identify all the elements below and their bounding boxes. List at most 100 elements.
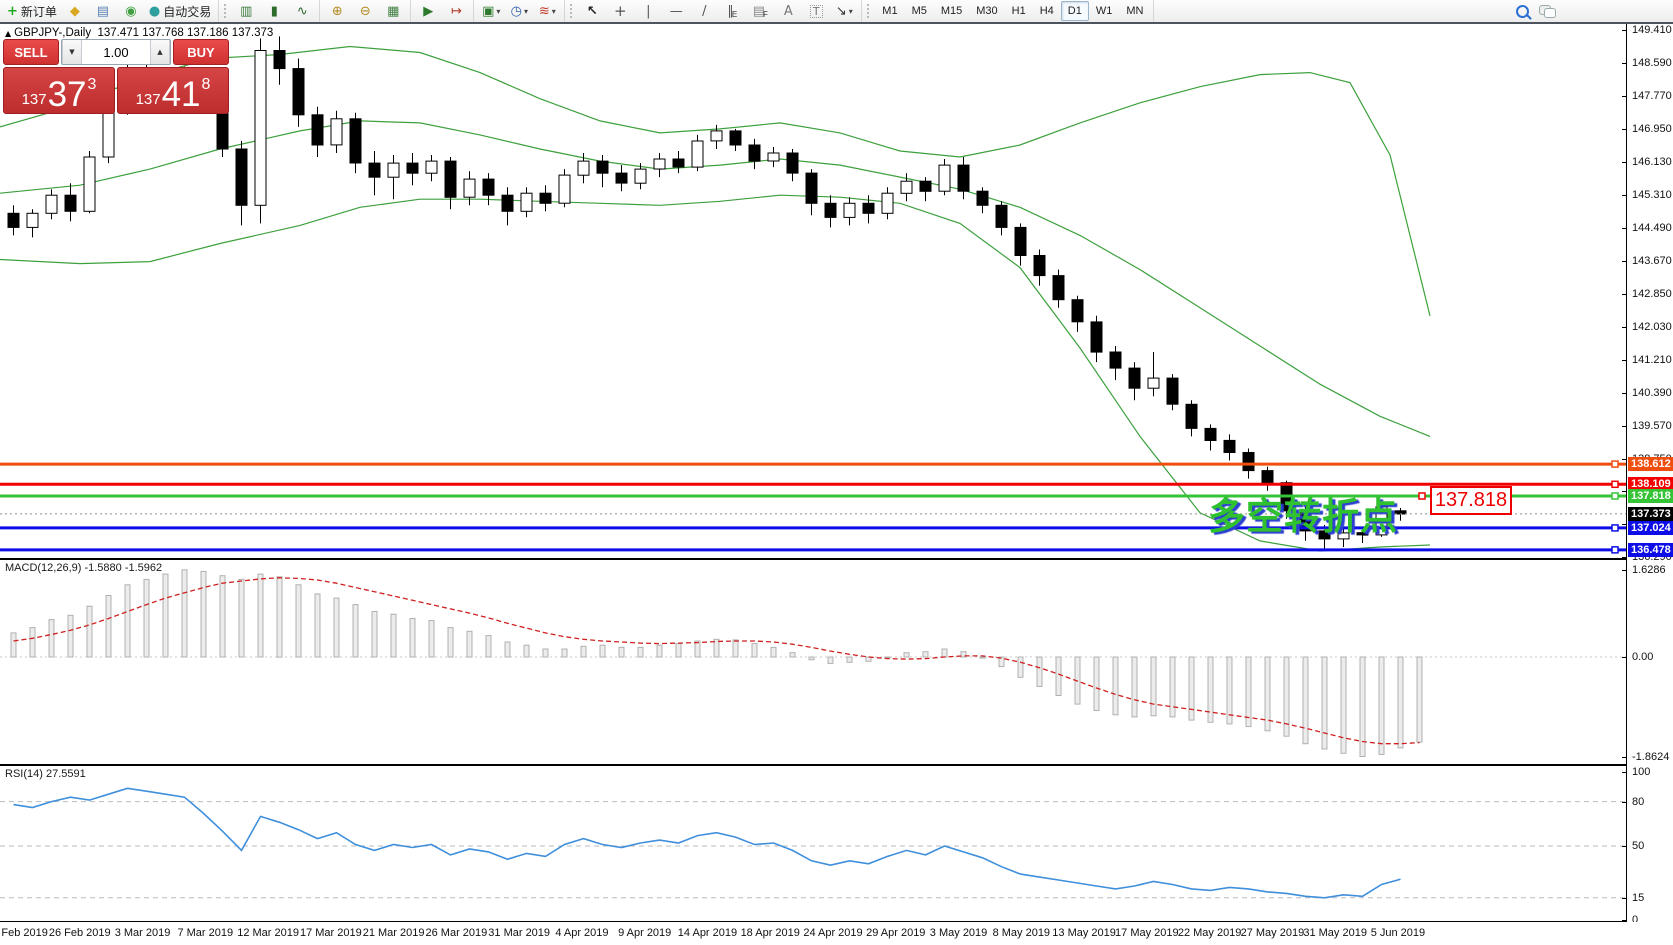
bar-chart-button[interactable]: ▥ bbox=[232, 0, 260, 22]
volume-increase-button[interactable]: ▲ bbox=[150, 40, 170, 64]
zoom-out-button[interactable]: ⊖ bbox=[351, 0, 379, 22]
rsi-panel-canvas[interactable] bbox=[0, 766, 1626, 921]
vertical-line-icon: | bbox=[646, 5, 650, 18]
date-label: 17 May 2019 bbox=[1115, 927, 1179, 939]
cursor-tool-button[interactable]: ↖ bbox=[578, 0, 606, 22]
price-tick-label: 143.670 bbox=[1632, 255, 1672, 267]
macd-panel-canvas[interactable] bbox=[0, 560, 1626, 764]
macd-histogram-bar bbox=[1417, 657, 1422, 742]
macd-histogram-bar bbox=[201, 571, 206, 657]
candle-body bbox=[806, 173, 817, 203]
buy-button[interactable]: BUY bbox=[173, 39, 229, 65]
timeframe-m1[interactable]: M1 bbox=[875, 1, 904, 21]
macd-histogram-bar bbox=[657, 645, 662, 657]
collapse-arrow-icon[interactable]: ▲ bbox=[5, 29, 11, 38]
candle-body bbox=[825, 203, 836, 217]
signals-button[interactable]: ◉ bbox=[117, 0, 145, 22]
macd-histogram-bar bbox=[391, 614, 396, 657]
timeframe-mn[interactable]: MN bbox=[1119, 1, 1150, 21]
toolbar-right bbox=[1516, 5, 1555, 18]
price-tick-mark bbox=[1622, 30, 1626, 31]
candle-body bbox=[901, 181, 912, 193]
price-level-tag: 137.024 bbox=[1628, 521, 1673, 535]
text-tool-button[interactable]: A bbox=[774, 0, 802, 22]
timeframe-m5[interactable]: M5 bbox=[905, 1, 934, 21]
timeframe-m15[interactable]: M15 bbox=[934, 1, 969, 21]
vertical-line-tool-button[interactable]: | bbox=[634, 0, 662, 22]
date-label: 18 Apr 2019 bbox=[741, 927, 800, 939]
candle-body bbox=[768, 153, 779, 161]
candle-body bbox=[635, 169, 646, 183]
text-label-icon: T bbox=[810, 5, 823, 18]
rsi-tick-label: 100 bbox=[1632, 766, 1650, 778]
new-chart-button[interactable]: ▣▾ bbox=[477, 0, 505, 22]
price-tick-label: 147.770 bbox=[1632, 90, 1672, 102]
price-chart-canvas[interactable] bbox=[0, 24, 1626, 558]
macd-histogram-bar bbox=[1037, 657, 1042, 686]
volume-input[interactable]: 1.00 bbox=[82, 40, 150, 64]
channel-tool-button[interactable]: ∥E bbox=[718, 0, 746, 22]
macd-histogram-bar bbox=[258, 574, 263, 657]
candle-body bbox=[103, 111, 114, 157]
sell-button[interactable]: SELL bbox=[3, 39, 59, 65]
auto-scroll-button[interactable]: ▶ bbox=[414, 0, 442, 22]
periods-button[interactable]: ◷▾ bbox=[505, 0, 533, 22]
line-end-marker bbox=[1612, 493, 1618, 499]
indicators-button[interactable]: ≋▾ bbox=[533, 0, 561, 22]
chart-shift-button[interactable]: ↦ bbox=[442, 0, 470, 22]
candle-body bbox=[1034, 256, 1045, 276]
toolbar-group-new: ▣▾ ◷▾ ≋▾ bbox=[474, 0, 565, 22]
tile-windows-button[interactable]: ▦ bbox=[379, 0, 407, 22]
date-label: 31 Mar 2019 bbox=[488, 927, 550, 939]
date-label: 24 Apr 2019 bbox=[803, 927, 862, 939]
text-label-tool-button[interactable]: T bbox=[802, 0, 830, 22]
price-annotation-tag[interactable]: 137.818 bbox=[1430, 486, 1512, 515]
macd-histogram-bar bbox=[353, 605, 358, 657]
candle-body bbox=[1167, 378, 1178, 404]
volume-decrease-button[interactable]: ▼ bbox=[62, 40, 82, 64]
sell-price-box[interactable]: 137 37 3 bbox=[3, 67, 115, 114]
macd-histogram-bar bbox=[163, 574, 168, 657]
candlestick-chart-button[interactable]: ▮ bbox=[260, 0, 288, 22]
macd-histogram-bar bbox=[904, 653, 909, 657]
date-label: 27 May 2019 bbox=[1241, 927, 1305, 939]
macd-histogram-bar bbox=[1246, 657, 1251, 727]
buy-price-main: 41 bbox=[162, 81, 201, 110]
macd-histogram-bar bbox=[505, 642, 510, 657]
chart-annotation-text[interactable]: 多空转折点 bbox=[1208, 486, 1398, 540]
timeframe-h1[interactable]: H1 bbox=[1005, 1, 1033, 21]
price-tick-label: 146.130 bbox=[1632, 156, 1672, 168]
crosshair-tool-button[interactable]: + bbox=[606, 0, 634, 22]
zoom-in-button[interactable]: ⊕ bbox=[323, 0, 351, 22]
new-order-button[interactable]: + 新订单 bbox=[3, 0, 61, 22]
one-click-trading-panel: SELL ▼ 1.00 ▲ BUY 137 37 3 137 41 8 bbox=[3, 39, 229, 114]
fibonacci-tool-button[interactable]: ▤F bbox=[746, 0, 774, 22]
buy-price-box[interactable]: 137 41 8 bbox=[117, 67, 229, 114]
macd-histogram-bar bbox=[1113, 657, 1118, 715]
timeframe-m30[interactable]: M30 bbox=[969, 1, 1004, 21]
candle-body bbox=[1053, 276, 1064, 300]
macd-tick-mark bbox=[1622, 657, 1626, 658]
trendline-tool-button[interactable]: / bbox=[690, 0, 718, 22]
macd-histogram-bar bbox=[1018, 657, 1023, 677]
candle-body bbox=[1243, 453, 1254, 471]
autotrading-button[interactable]: ● 自动交易 bbox=[145, 0, 215, 22]
macd-histogram-bar bbox=[334, 598, 339, 657]
chat-icon[interactable] bbox=[1539, 5, 1555, 17]
toolbar-group-scroll: ▶ ↦ bbox=[411, 0, 474, 22]
candle-body bbox=[65, 195, 76, 211]
candle-body bbox=[882, 193, 893, 213]
timeframe-w1[interactable]: W1 bbox=[1089, 1, 1120, 21]
timeframe-h4[interactable]: H4 bbox=[1033, 1, 1061, 21]
arrows-tool-button[interactable]: ↘▾ bbox=[830, 0, 858, 22]
data-window-button[interactable]: ▤ bbox=[89, 0, 117, 22]
horizontal-line-tool-button[interactable]: — bbox=[662, 0, 690, 22]
search-icon[interactable] bbox=[1516, 5, 1529, 18]
price-level-tag: 136.478 bbox=[1628, 543, 1673, 557]
line-chart-button[interactable]: ∿ bbox=[288, 0, 316, 22]
candle-body bbox=[274, 51, 285, 69]
timeframe-d1[interactable]: D1 bbox=[1061, 1, 1089, 21]
autotrading-icon: ● bbox=[149, 5, 160, 18]
market-watch-button[interactable]: ◆ bbox=[61, 0, 89, 22]
rsi-tick-mark bbox=[1622, 772, 1626, 773]
